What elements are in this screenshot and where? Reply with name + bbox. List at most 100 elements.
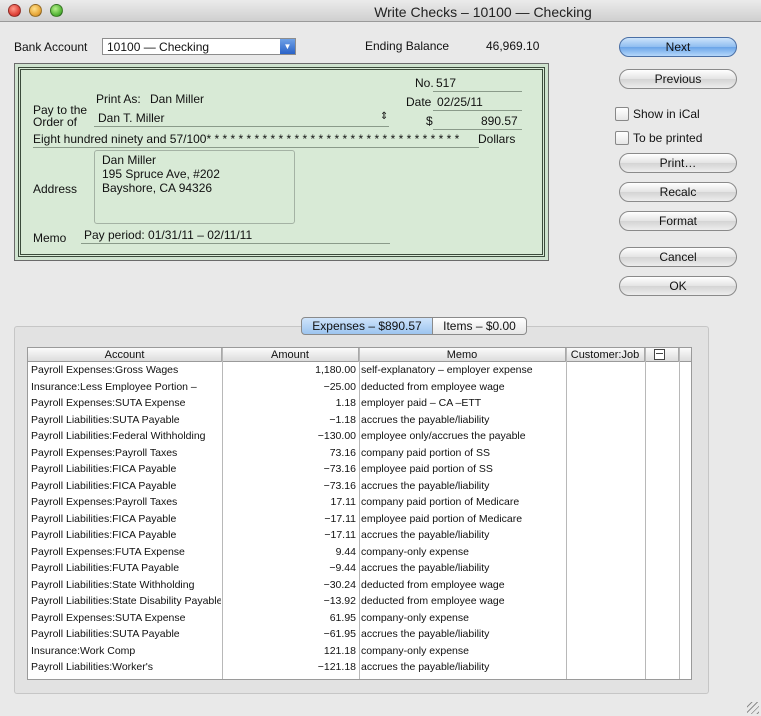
cell-account[interactable]: Payroll Liabilities:State Withholding <box>31 577 221 594</box>
tab-expenses[interactable]: Expenses – $890.57 <box>301 317 433 335</box>
table-row[interactable]: Insurance:Work Comp 121.18 company-only ex… <box>28 643 691 660</box>
cell-amount[interactable]: −30.24 <box>222 577 356 594</box>
cell-amount[interactable]: 121.18 <box>222 643 356 660</box>
cell-amount[interactable]: 17.11 <box>222 494 357 511</box>
cell-amount[interactable]: −73.16 <box>222 478 356 495</box>
cell-account[interactable]: Payroll Liabilities:FICA Payable <box>31 461 221 478</box>
cell-memo[interactable]: accrues the payable/liability <box>361 478 561 495</box>
memo-field[interactable]: Pay period: 01/31/11 – 02/11/11 <box>84 228 252 242</box>
table-row[interactable]: Payroll Expenses:Gross Wages 1,180.00 self… <box>28 362 691 379</box>
cell-memo[interactable]: company paid portion of SS <box>361 445 561 462</box>
cell-account[interactable]: Payroll Liabilities:Worker's <box>31 659 221 676</box>
cell-memo[interactable]: deducted from employee wage <box>361 593 561 610</box>
format-button[interactable]: Format <box>619 211 737 231</box>
print-button[interactable]: Print… <box>619 153 737 173</box>
tab-items[interactable]: Items – $0.00 <box>433 317 527 335</box>
cell-amount[interactable]: 61.95 <box>222 610 356 627</box>
cell-account[interactable]: Payroll Liabilities:FICA Payable <box>31 527 221 544</box>
cell-memo[interactable]: company-only expense <box>361 544 561 561</box>
table-row[interactable]: Payroll Liabilities:Federal Withholding −… <box>28 428 691 445</box>
cell-amount[interactable]: −121.18 <box>222 659 356 676</box>
table-row[interactable]: Payroll Liabilities:Worker's −121.18 accru… <box>28 659 691 676</box>
cell-account[interactable]: Payroll Liabilities:State Disability Pay… <box>31 593 221 610</box>
cell-account[interactable]: Payroll Expenses:SUTA Expense <box>31 395 221 412</box>
cell-memo[interactable]: accrues the payable/liability <box>361 626 561 643</box>
column-header-amount[interactable]: Amount <box>222 348 359 362</box>
cell-account[interactable]: Payroll Liabilities:FICA Payable <box>31 478 221 495</box>
table-row[interactable]: Payroll Liabilities:FICA Payable −17.11 ac… <box>28 527 691 544</box>
cell-memo[interactable]: employee paid portion of SS <box>361 461 561 478</box>
ok-button[interactable]: OK <box>619 276 737 296</box>
cell-memo[interactable]: accrues the payable/liability <box>361 560 561 577</box>
recalc-button[interactable]: Recalc <box>619 182 737 202</box>
table-row[interactable]: Payroll Expenses:SUTA Expense 1.18 employe… <box>28 395 691 412</box>
show-in-ical-checkbox[interactable] <box>615 107 629 121</box>
cell-account[interactable]: Payroll Liabilities:FUTA Payable <box>31 560 221 577</box>
check-date-field[interactable]: 02/25/11 <box>437 95 483 109</box>
table-row[interactable]: Payroll Liabilities:SUTA Payable −61.95 ac… <box>28 626 691 643</box>
table-row[interactable]: Payroll Expenses:SUTA Expense 61.95 compan… <box>28 610 691 627</box>
table-row[interactable]: Payroll Liabilities:SUTA Payable −1.18 acc… <box>28 412 691 429</box>
to-be-printed-checkbox[interactable] <box>615 131 629 145</box>
table-row[interactable]: Payroll Liabilities:State Disability Pay… <box>28 593 691 610</box>
cell-amount[interactable]: −25.00 <box>222 379 356 396</box>
bank-account-select[interactable]: 10100 — Checking ▼ <box>102 38 296 55</box>
cell-account[interactable]: Payroll Liabilities:SUTA Payable <box>31 626 221 643</box>
cell-amount[interactable]: −61.95 <box>222 626 356 643</box>
cell-memo[interactable]: deducted from employee wage <box>361 577 561 594</box>
cell-memo[interactable]: accrues the payable/liability <box>361 659 561 676</box>
cancel-button[interactable]: Cancel <box>619 247 737 267</box>
cell-account[interactable]: Insurance:Less Employee Portion – <box>31 379 221 396</box>
check-no-field[interactable]: 517 <box>436 76 456 90</box>
cell-account[interactable]: Payroll Expenses:Payroll Taxes <box>31 494 221 511</box>
cell-memo[interactable]: company paid portion of Medicare <box>361 494 561 511</box>
cell-memo[interactable]: company-only expense <box>361 610 561 627</box>
address-field[interactable]: Dan Miller 195 Spruce Ave, #202 Bayshore… <box>94 150 295 224</box>
column-header-account[interactable]: Account <box>28 348 222 362</box>
table-row[interactable]: Insurance:Less Employee Portion – −25.00 d… <box>28 379 691 396</box>
cell-amount[interactable]: −17.11 <box>222 511 356 528</box>
column-header-memo[interactable]: Memo <box>359 348 566 362</box>
cell-amount[interactable]: −1.18 <box>222 412 356 429</box>
cell-memo[interactable]: deducted from employee wage <box>361 379 561 396</box>
cell-account[interactable]: Payroll Liabilities:Federal Withholding <box>31 428 221 445</box>
cell-memo[interactable]: employer paid – CA –ETT <box>361 395 561 412</box>
cell-memo[interactable]: self-explanatory – employer expense <box>361 362 561 379</box>
cell-memo[interactable]: employee paid portion of Medicare <box>361 511 561 528</box>
cell-account[interactable]: Payroll Expenses:FUTA Expense <box>31 544 221 561</box>
cell-memo[interactable]: accrues the payable/liability <box>361 527 561 544</box>
previous-button[interactable]: Previous <box>619 69 737 89</box>
resize-grip-icon[interactable] <box>747 702 759 714</box>
cell-memo[interactable]: accrues the payable/liability <box>361 412 561 429</box>
cell-account[interactable]: Insurance:Work Comp <box>31 643 221 660</box>
cell-amount[interactable]: −73.16 <box>222 461 356 478</box>
cell-amount[interactable]: 1.18 <box>222 395 356 412</box>
table-row[interactable]: Payroll Liabilities:FUTA Payable −9.44 acc… <box>28 560 691 577</box>
cell-amount[interactable]: −13.92 <box>222 593 356 610</box>
cell-amount[interactable]: 9.44 <box>222 544 356 561</box>
table-row[interactable]: Payroll Liabilities:State Withholding −30… <box>28 577 691 594</box>
cell-account[interactable]: Payroll Expenses:Gross Wages <box>31 362 221 379</box>
payee-stepper-icon[interactable]: ⇕ <box>380 111 388 122</box>
table-row[interactable]: Payroll Liabilities:FICA Payable −73.16 em… <box>28 461 691 478</box>
cell-amount[interactable]: −9.44 <box>222 560 356 577</box>
payee-field[interactable]: Dan T. Miller <box>98 111 164 125</box>
table-row[interactable]: Payroll Liabilities:FICA Payable −73.16 ac… <box>28 478 691 495</box>
table-row[interactable]: Payroll Expenses:Payroll Taxes 17.11 compa… <box>28 494 691 511</box>
table-row[interactable]: Payroll Expenses:Payroll Taxes 73.16 compa… <box>28 445 691 462</box>
cell-amount[interactable]: 73.16 <box>222 445 356 462</box>
cell-memo[interactable]: employee only/accrues the payable <box>361 428 561 445</box>
cell-account[interactable]: Payroll Liabilities:FICA Payable <box>31 511 221 528</box>
cell-amount[interactable]: −130.00 <box>222 428 356 445</box>
cell-amount[interactable]: −17.11 <box>222 527 356 544</box>
cell-memo[interactable]: company-only expense <box>361 643 561 660</box>
column-header-customer-job[interactable]: Customer:Job <box>566 348 645 362</box>
cell-account[interactable]: Payroll Liabilities:SUTA Payable <box>31 412 221 429</box>
table-row[interactable]: Payroll Expenses:FUTA Expense 9.44 company… <box>28 544 691 561</box>
column-chooser-icon[interactable] <box>654 349 665 360</box>
check-amount-field[interactable]: 890.57 <box>481 114 518 128</box>
next-button[interactable]: Next <box>619 37 737 57</box>
cell-account[interactable]: Payroll Expenses:Payroll Taxes <box>31 445 221 462</box>
table-row[interactable]: Payroll Liabilities:FICA Payable −17.11 em… <box>28 511 691 528</box>
cell-account[interactable]: Payroll Expenses:SUTA Expense <box>31 610 221 627</box>
